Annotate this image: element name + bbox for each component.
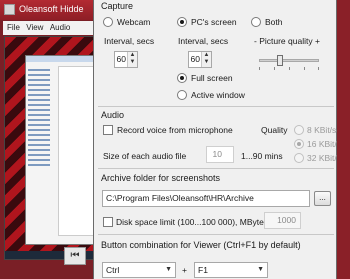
capture-section-title: Capture (101, 1, 134, 11)
audio-size-value: 10 (212, 149, 222, 159)
disk-limit-checkbox[interactable] (103, 217, 113, 227)
hotkey-modifier-value: Ctrl (106, 265, 120, 275)
record-voice-label: Record voice from microphone (117, 125, 233, 135)
full-screen-label: Full screen (191, 73, 233, 83)
pc-interval-value: 60 (190, 54, 200, 64)
background-menubar: File View Audio (3, 21, 97, 35)
quality-8-radio[interactable] (294, 125, 304, 135)
audio-quality-label: Quality (261, 125, 288, 135)
chevron-down-icon: ▼ (257, 266, 264, 273)
spin-down-icon: ▼ (203, 59, 210, 65)
background-window-edge (337, 0, 350, 279)
audio-size-stepper[interactable]: 10 (206, 146, 234, 163)
picture-quality-track[interactable] (259, 59, 319, 62)
spin-up-icon: ▲ (203, 52, 210, 58)
capture-divider (98, 106, 334, 107)
archive-section-title: Archive folder for screenshots (101, 173, 221, 183)
background-app-title: Oleansoft Hidde (19, 4, 84, 14)
both-label: Both (265, 17, 283, 27)
background-titlebar[interactable]: Oleansoft Hidde (0, 0, 98, 20)
menu-audio[interactable]: Audio (50, 21, 70, 35)
hotkey-section-title: Button combination for Viewer (Ctrl+F1 b… (101, 240, 301, 250)
chevron-down-icon: ▼ (165, 266, 172, 273)
app-icon (4, 4, 15, 15)
webcam-interval-label: Interval, secs (104, 36, 155, 46)
audio-divider (98, 168, 334, 169)
webcam-interval-arrows[interactable]: ▲ ▼ (127, 52, 137, 67)
webcam-interval-value: 60 (116, 54, 126, 64)
pc-interval-stepper[interactable]: 60 ▲ ▼ (188, 51, 212, 68)
hotkey-plus: + (182, 265, 187, 275)
hotkey-key-value: F1 (198, 265, 208, 275)
menu-view[interactable]: View (26, 21, 43, 35)
hotkey-key-select[interactable]: F1 ▼ (194, 262, 268, 278)
active-window-label: Active window (191, 90, 245, 100)
archive-path-input[interactable]: C:\Program Files\Oleansoft\HR\Archive (102, 190, 310, 207)
background-app-window: Oleansoft Hidde File View Audio ⏮ (0, 0, 98, 279)
disk-limit-input[interactable]: 1000 (264, 212, 301, 229)
pc-interval-label: Interval, secs (178, 36, 229, 46)
disk-limit-label: Disk space limit (100...100 000), MBytes (116, 217, 269, 227)
pc-screen-radio[interactable] (177, 17, 187, 27)
menu-file[interactable]: File (7, 21, 20, 35)
spin-down-icon: ▼ (129, 59, 136, 65)
webcam-interval-stepper[interactable]: 60 ▲ ▼ (114, 51, 138, 68)
spin-up-icon: ▲ (129, 52, 136, 58)
audio-size-range: 1...90 mins (241, 151, 283, 161)
screenshot-preview (4, 36, 96, 260)
record-voice-checkbox[interactable] (103, 125, 113, 135)
full-screen-radio[interactable] (177, 73, 187, 83)
pc-interval-arrows[interactable]: ▲ ▼ (201, 52, 211, 67)
pc-screen-label: PC's screen (191, 17, 237, 27)
skip-back-icon[interactable]: ⏮ (64, 247, 86, 265)
audio-size-label: Size of each audio file (103, 151, 187, 161)
quality-16-radio[interactable] (294, 139, 304, 149)
both-radio[interactable] (251, 17, 261, 27)
webcam-radio[interactable] (103, 17, 113, 27)
picture-quality-label: - Picture quality + (254, 36, 320, 46)
webcam-label: Webcam (117, 17, 151, 27)
browse-folder-button[interactable]: ... (314, 191, 331, 206)
picture-quality-slider-thumb[interactable] (277, 55, 283, 66)
settings-dialog: Capture Webcam PC's screen Both Interval… (93, 0, 350, 279)
archive-divider (98, 234, 334, 235)
preview-explorer-window (25, 55, 95, 245)
quality-32-radio[interactable] (294, 153, 304, 163)
audio-section-title: Audio (101, 110, 125, 120)
hotkey-modifier-select[interactable]: Ctrl ▼ (102, 262, 176, 278)
active-window-radio[interactable] (177, 90, 187, 100)
